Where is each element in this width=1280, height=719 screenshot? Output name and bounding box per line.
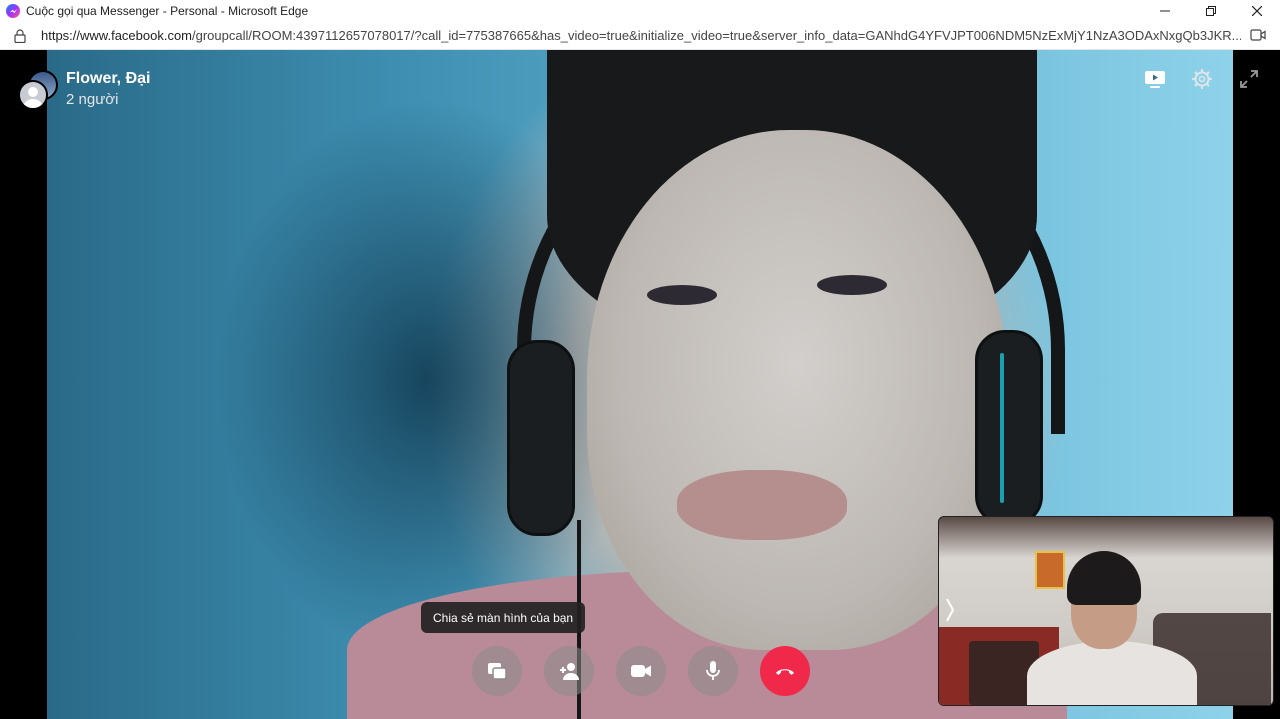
end-call-button[interactable] [760, 646, 810, 696]
window-controls [1142, 0, 1280, 22]
window-titlebar: Cuộc gọi qua Messenger - Personal - Micr… [0, 0, 1280, 22]
self-view-toggle-button[interactable] [941, 593, 959, 627]
minimize-icon [1160, 10, 1170, 12]
fullscreen-button[interactable] [1238, 68, 1260, 90]
tv-play-icon [1145, 71, 1165, 88]
close-icon [1252, 6, 1262, 16]
call-title: Flower, Đại [66, 70, 151, 87]
share-screen-button[interactable] [472, 646, 522, 696]
close-button[interactable] [1234, 0, 1280, 22]
remote-video-earcup-left [507, 340, 575, 536]
self-view-person-body [1027, 641, 1197, 705]
messenger-icon [6, 4, 20, 18]
camera-button[interactable] [616, 646, 666, 696]
watch-together-button[interactable] [1144, 68, 1166, 90]
restore-icon [1206, 6, 1216, 16]
microphone-icon [706, 661, 720, 680]
url-path: /groupcall/ROOM:4397112657078017/?call_i… [192, 28, 1241, 43]
default-avatar-icon [23, 87, 43, 108]
call-controls [472, 646, 810, 696]
window-title: Cuộc gọi qua Messenger - Personal - Micr… [26, 4, 309, 18]
self-view-video[interactable] [938, 516, 1274, 706]
url-host: https://www.facebook.com [41, 28, 193, 43]
self-view-person-hair [1067, 551, 1141, 605]
settings-button[interactable] [1191, 68, 1213, 90]
avatar [18, 80, 48, 110]
remote-video-eye-left [647, 285, 717, 305]
microphone-button[interactable] [688, 646, 738, 696]
participant-count: 2 người [66, 91, 119, 108]
address-bar[interactable]: https://www.facebook.com/groupcall/ROOM:… [0, 22, 1280, 50]
add-person-icon [560, 663, 579, 680]
call-stage: Flower, Đại 2 người Chia sẻ màn hình của… [0, 50, 1280, 719]
remote-video-eye-right [817, 275, 887, 295]
video-camera-icon [631, 665, 651, 677]
remote-video-mouth [677, 470, 847, 540]
share-screen-tooltip: Chia sẻ màn hình của bạn [421, 602, 586, 633]
participant-avatars [18, 70, 58, 110]
restore-button[interactable] [1188, 0, 1234, 22]
chevron-right-icon [946, 598, 955, 622]
expand-icon [1240, 70, 1258, 88]
add-person-button[interactable] [544, 646, 594, 696]
camera-in-use-icon[interactable] [1250, 28, 1266, 42]
lock-icon[interactable] [14, 28, 26, 43]
share-screen-icon [488, 663, 507, 680]
minimize-button[interactable] [1142, 0, 1188, 22]
end-call-icon [776, 669, 794, 675]
gear-icon [1191, 68, 1213, 90]
url-text[interactable]: https://www.facebook.com/groupcall/ROOM:… [41, 28, 1241, 43]
self-view-shrine [1035, 551, 1065, 589]
remote-video-earcup-right [975, 330, 1043, 526]
